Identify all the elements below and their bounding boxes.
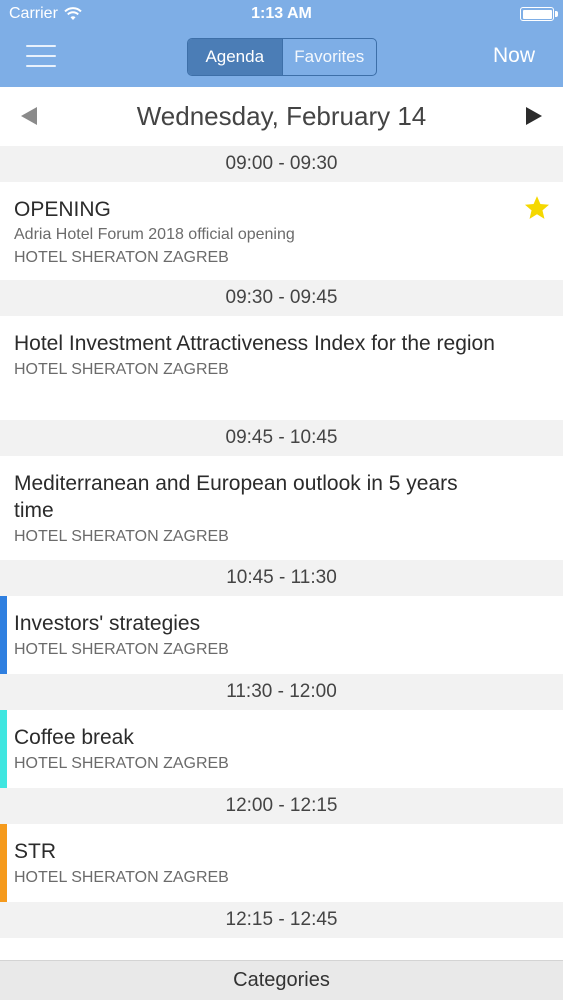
session-venue: HOTEL SHERATON ZAGREB (14, 869, 229, 886)
tab-agenda[interactable]: Agenda (188, 39, 282, 75)
category-color-bar (0, 596, 7, 674)
battery-icon (520, 7, 558, 21)
next-day-icon[interactable] (526, 107, 542, 125)
session-title: Investors' strategies (14, 612, 201, 635)
session-subtitle: Adria Hotel Forum 2018 official opening (14, 226, 295, 243)
battery-level (522, 9, 552, 19)
status-bar: Carrier 1:13 AM (0, 0, 563, 28)
session-title: Hotel Investment Attractiveness Index fo… (14, 332, 495, 355)
session-title: Coffee break (14, 726, 134, 749)
header-bar: Carrier 1:13 AM Agenda Favorites Now (0, 0, 563, 87)
favorite-star-icon[interactable] (523, 194, 551, 222)
time-slot-header: 11:30 - 12:00 (0, 674, 563, 710)
category-color-bar (0, 710, 7, 788)
session-item[interactable]: STR HOTEL SHERATON ZAGREB (0, 824, 563, 902)
session-item[interactable]: Hotel Investment Attractiveness Index fo… (0, 316, 563, 420)
date-title: Wednesday, February 14 (136, 101, 427, 131)
menu-icon[interactable] (26, 43, 56, 69)
session-item[interactable]: Coffee break HOTEL SHERATON ZAGREB (0, 710, 563, 788)
agenda-list[interactable]: 09:00 - 09:30 OPENING Adria Hotel Forum … (0, 146, 563, 960)
status-time: 1:13 AM (251, 5, 312, 22)
view-switcher: Agenda Favorites (187, 38, 377, 76)
tab-favorites[interactable]: Favorites (281, 39, 377, 75)
session-venue: HOTEL SHERATON ZAGREB (14, 249, 229, 266)
session-title: STR (14, 840, 56, 863)
date-navigator: Wednesday, February 14 (0, 87, 563, 146)
session-item[interactable]: Mediterranean and European outlook in 5 … (0, 456, 563, 560)
session-venue: HOTEL SHERATON ZAGREB (14, 755, 229, 772)
session-venue: HOTEL SHERATON ZAGREB (14, 361, 229, 378)
now-button[interactable]: Now (493, 44, 535, 68)
session-item[interactable]: Investors' strategies HOTEL SHERATON ZAG… (0, 596, 563, 674)
time-slot-header: 09:00 - 09:30 (0, 146, 563, 182)
category-color-bar (0, 824, 7, 902)
categories-button[interactable]: Categories (0, 960, 563, 1000)
time-slot-header: 12:00 - 12:15 (0, 788, 563, 824)
session-venue: HOTEL SHERATON ZAGREB (14, 641, 229, 658)
session-item-partial[interactable] (0, 938, 563, 960)
session-title: OPENING (14, 198, 111, 221)
time-slot-header: 10:45 - 11:30 (0, 560, 563, 596)
session-venue: HOTEL SHERATON ZAGREB (14, 528, 229, 545)
session-item[interactable]: OPENING Adria Hotel Forum 2018 official … (0, 182, 563, 280)
session-title: Mediterranean and European outlook in 5 … (14, 472, 458, 522)
time-slot-header: 12:15 - 12:45 (0, 902, 563, 938)
nav-row: Agenda Favorites Now (0, 28, 563, 87)
time-slot-header: 09:30 - 09:45 (0, 280, 563, 316)
time-slot-header: 09:45 - 10:45 (0, 420, 563, 456)
